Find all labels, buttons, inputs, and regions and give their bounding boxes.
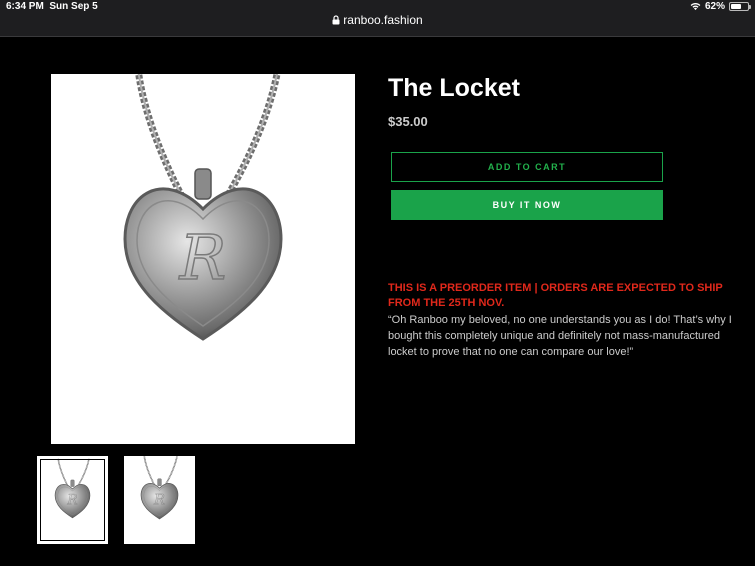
battery-percent: 62% bbox=[704, 1, 725, 12]
lock-icon bbox=[332, 15, 340, 25]
locket-necklace-image bbox=[51, 74, 355, 444]
address-bar[interactable]: ranboo.fashion bbox=[0, 13, 755, 27]
locket-thumbnail-image bbox=[124, 456, 195, 544]
product-price: $35.00 bbox=[388, 114, 428, 129]
buy-it-now-button[interactable]: BUY IT NOW bbox=[391, 190, 663, 220]
product-description: “Oh Ranboo my beloved, no one understand… bbox=[388, 314, 732, 358]
status-right: 62% bbox=[690, 1, 751, 12]
locket-thumbnail-image bbox=[39, 458, 106, 542]
status-date: Sun Sep 5 bbox=[49, 1, 98, 12]
preorder-notice: THIS IS A PREORDER ITEM | ORDERS ARE EXP… bbox=[388, 282, 723, 309]
product-title: The Locket bbox=[388, 74, 520, 102]
battery-icon bbox=[729, 2, 751, 11]
browser-status-bar: 6:34 PM Sun Sep 5 62% ranboo.fashion bbox=[0, 0, 755, 37]
product-thumbnail-2[interactable] bbox=[124, 456, 195, 544]
add-to-cart-button[interactable]: ADD TO CART bbox=[391, 152, 663, 182]
product-thumbnail-1[interactable] bbox=[37, 456, 108, 544]
battery-fill bbox=[731, 4, 741, 9]
wifi-icon bbox=[690, 3, 701, 11]
status-time: 6:34 PM Sun Sep 5 bbox=[6, 1, 98, 12]
product-main-image[interactable] bbox=[51, 74, 355, 444]
url-text[interactable]: ranboo.fashion bbox=[343, 13, 422, 27]
